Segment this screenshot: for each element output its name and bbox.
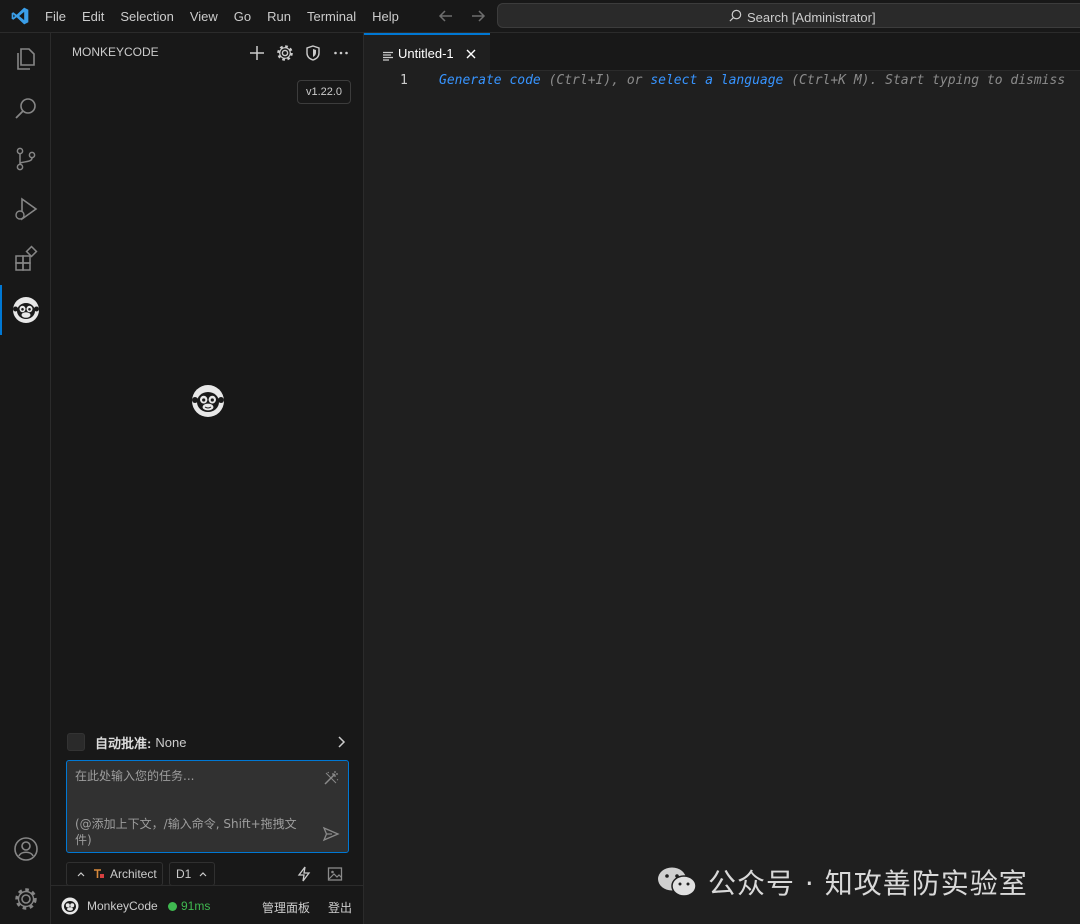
editor-area[interactable]: 1 Generate code (Ctrl+I), or select a la… xyxy=(364,71,1080,924)
lightning-icon[interactable] xyxy=(295,865,313,883)
back-arrow-icon[interactable] xyxy=(436,6,456,26)
sidebar-actions xyxy=(247,43,351,63)
auto-approve-row[interactable]: 自动批准: None xyxy=(67,732,349,752)
online-status-dot xyxy=(168,902,177,911)
latency-value: 91ms xyxy=(181,899,211,913)
command-center-search[interactable]: Search [Administrator] xyxy=(497,3,1080,28)
status-name: MonkeyCode xyxy=(87,899,158,913)
vscode-logo-icon xyxy=(10,6,30,26)
monkeycode-icon[interactable] xyxy=(12,296,40,324)
run-debug-icon[interactable] xyxy=(12,195,40,223)
task-input-hint: (@添加上下文，/输入命令, Shift+拖拽文件) xyxy=(75,817,297,847)
tab-untitled-1[interactable]: Untitled-1 xyxy=(364,33,490,71)
hint-text-2: (Ctrl+K M). Start typing to dismiss xyxy=(783,73,1066,88)
account-icon[interactable] xyxy=(12,835,40,863)
title-bar: File Edit Selection View Go Run Terminal… xyxy=(0,0,1080,33)
version-badge: v1.22.0 xyxy=(297,80,351,104)
source-control-icon[interactable] xyxy=(12,145,40,173)
auto-approve-value: None xyxy=(155,734,187,750)
monkeycode-status-icon xyxy=(61,897,79,915)
auto-approve-label: 自动批准: xyxy=(95,735,152,751)
chevron-right-icon[interactable] xyxy=(333,734,349,750)
plaintext-file-icon xyxy=(382,47,394,61)
send-icon[interactable] xyxy=(322,825,340,843)
editor-tab-bar: Untitled-1 xyxy=(364,33,1080,71)
search-icon xyxy=(728,8,743,26)
tab-title: Untitled-1 xyxy=(398,45,454,61)
magic-wand-icon[interactable] xyxy=(322,769,340,787)
task-input-placeholder: 在此处输入您的任务... xyxy=(75,769,195,783)
line-number: 1 xyxy=(400,73,408,88)
settings-gear-icon[interactable] xyxy=(275,43,295,63)
search-label: Search [Administrator] xyxy=(747,9,876,25)
logout-link[interactable]: 登出 xyxy=(328,899,352,916)
menu-selection[interactable]: Selection xyxy=(112,0,181,33)
extensions-icon[interactable] xyxy=(12,245,40,273)
menu-view[interactable]: View xyxy=(182,0,226,33)
menu-bar: File Edit Selection View Go Run Terminal… xyxy=(37,0,407,33)
chevron-up-icon xyxy=(197,868,209,880)
menu-edit[interactable]: Edit xyxy=(74,0,112,33)
wechat-logo-icon xyxy=(656,865,698,899)
activity-bar xyxy=(0,33,51,924)
task-input[interactable]: 在此处输入您的任务... (@添加上下文，/输入命令, Shift+拖拽文件) xyxy=(66,760,349,853)
monkey-logo-icon xyxy=(191,384,225,418)
image-icon[interactable] xyxy=(326,865,344,883)
wechat-watermark: 公众号 · 知攻善防实验室 xyxy=(656,862,1028,902)
menu-help[interactable]: Help xyxy=(364,0,407,33)
mode-label: Architect xyxy=(110,867,157,881)
editor-hint: Generate code (Ctrl+I), or select a lang… xyxy=(439,73,1065,88)
manage-gear-icon[interactable] xyxy=(12,885,40,913)
sidebar-title: MONKEYCODE xyxy=(72,45,159,59)
model-label: D1 xyxy=(176,867,192,881)
watermark-text: 公众号 · 知攻善防实验室 xyxy=(708,867,1028,900)
more-actions-icon[interactable] xyxy=(331,43,351,63)
nav-arrows xyxy=(436,6,488,26)
search-sidebar-icon[interactable] xyxy=(12,95,40,123)
auto-approve-checkbox[interactable] xyxy=(67,733,85,751)
menu-run[interactable]: Run xyxy=(259,0,299,33)
monkeycode-status-bar: MonkeyCode 91ms 管理面板 登出 xyxy=(51,885,364,924)
menu-file[interactable]: File xyxy=(37,0,74,33)
active-indicator xyxy=(0,285,2,335)
hint-text-1: (Ctrl+I), or xyxy=(540,73,651,88)
monkeycode-sidebar: MONKEYCODE v1.22.0 自动批准: None 在此处输入您的任务.… xyxy=(51,33,364,924)
explorer-icon[interactable] xyxy=(12,45,40,73)
close-tab-icon[interactable] xyxy=(464,46,478,60)
select-language-link[interactable]: select a language xyxy=(650,73,783,88)
shield-icon[interactable] xyxy=(303,43,323,63)
manage-panel-link[interactable]: 管理面板 xyxy=(262,899,310,916)
forward-arrow-icon[interactable] xyxy=(468,6,488,26)
model-selector[interactable]: D1 xyxy=(169,862,215,886)
chevron-up-icon xyxy=(75,868,87,880)
mode-bar: Architect D1 xyxy=(66,862,349,886)
menu-go[interactable]: Go xyxy=(226,0,259,33)
architect-mode-icon xyxy=(93,868,105,880)
generate-code-link[interactable]: Generate code xyxy=(439,73,541,88)
new-task-plus-icon[interactable] xyxy=(247,43,267,63)
mode-selector[interactable]: Architect xyxy=(66,862,163,886)
menu-terminal[interactable]: Terminal xyxy=(299,0,364,33)
